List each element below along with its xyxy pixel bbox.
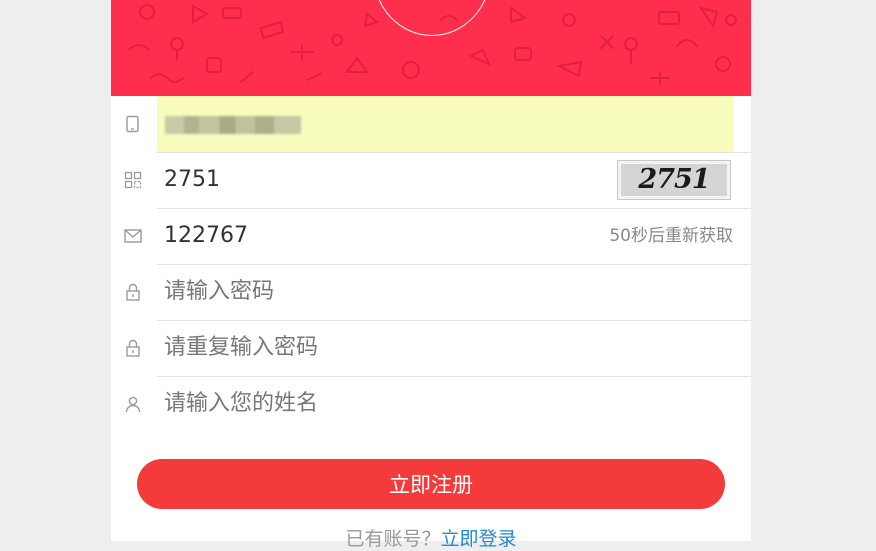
captcha-row[interactable]: 2751 2751 xyxy=(124,152,751,209)
resend-code-countdown[interactable]: 50秒后重新获取 xyxy=(609,208,733,264)
password-row[interactable]: 请输入密码 xyxy=(126,264,751,321)
lock-icon xyxy=(126,339,140,357)
name-row[interactable]: 请输入您的姓名 xyxy=(125,376,751,432)
password-repeat-row[interactable]: 请重复输入密码 xyxy=(126,320,751,377)
name-input[interactable]: 请输入您的姓名 xyxy=(164,376,318,432)
login-prompt-text: 已有账号？ xyxy=(345,528,441,550)
phone-input[interactable] xyxy=(157,96,733,152)
sms-code-row[interactable]: 122767 50秒后重新获取 xyxy=(124,208,751,265)
user-icon xyxy=(125,396,141,413)
phone-icon xyxy=(126,115,139,133)
mail-icon xyxy=(124,229,142,243)
captcha-input[interactable]: 2751 xyxy=(164,152,220,208)
register-button[interactable]: 立即注册 xyxy=(137,459,725,509)
captcha-image[interactable]: 2751 xyxy=(617,160,731,200)
phone-row[interactable] xyxy=(126,96,751,153)
register-panel: 2751 2751 122767 50秒后重新获取 请输入密码 请重复输入密码 xyxy=(111,0,751,550)
login-prompt: 已有账号？立即登录 xyxy=(111,524,751,551)
lock-icon xyxy=(126,283,140,301)
password-repeat-input[interactable]: 请重复输入密码 xyxy=(164,320,318,376)
password-input[interactable]: 请输入密码 xyxy=(164,264,274,320)
captcha-icon xyxy=(124,171,142,189)
captcha-image-text: 2751 xyxy=(621,164,727,196)
login-link[interactable]: 立即登录 xyxy=(441,528,517,550)
sms-code-input[interactable]: 122767 xyxy=(164,208,248,264)
header-banner xyxy=(111,0,751,96)
